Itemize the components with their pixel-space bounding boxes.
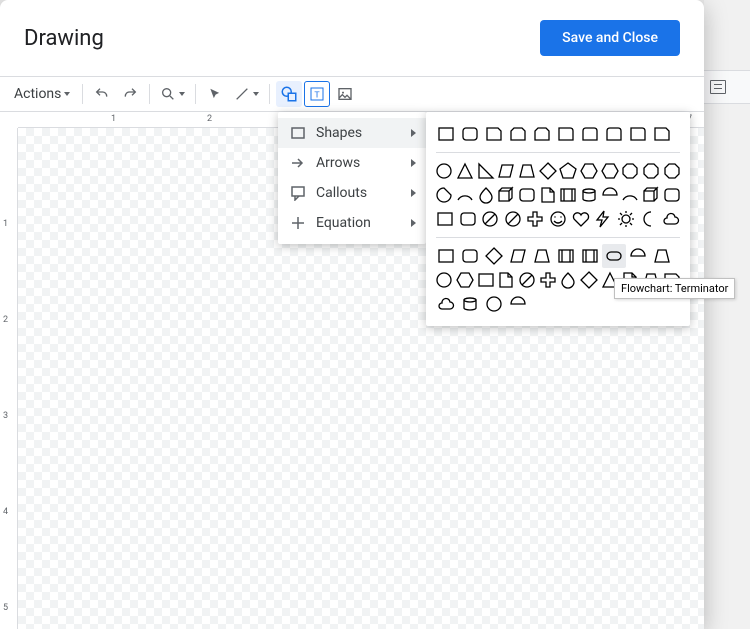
shape-option[interactable] — [458, 122, 482, 146]
textbox-tool-button[interactable]: T — [304, 81, 330, 107]
shape-option[interactable] — [659, 207, 682, 231]
zoom-button[interactable] — [156, 81, 189, 107]
shape-option[interactable] — [537, 268, 558, 292]
shape-option[interactable] — [506, 244, 530, 268]
shape-option[interactable] — [434, 183, 455, 207]
shape-option[interactable] — [434, 159, 455, 183]
submenu-arrow-icon — [411, 219, 416, 227]
shape-option[interactable] — [517, 268, 538, 292]
shape-option[interactable] — [455, 268, 476, 292]
callouts-icon — [290, 185, 306, 201]
shape-option[interactable] — [579, 183, 600, 207]
menu-item-shapes[interactable]: Shapes — [278, 118, 426, 148]
shape-option[interactable] — [626, 122, 650, 146]
shape-option[interactable] — [496, 159, 517, 183]
shape-option[interactable] — [524, 207, 547, 231]
shape-option[interactable] — [578, 244, 602, 268]
shape-option[interactable] — [455, 159, 476, 183]
shape-category-menu: Shapes Arrows Callouts Equation — [278, 112, 426, 244]
shape-option[interactable] — [620, 159, 641, 183]
shape-option[interactable] — [578, 122, 602, 146]
shape-option[interactable] — [602, 122, 626, 146]
shape-option[interactable] — [434, 244, 458, 268]
shape-option[interactable] — [558, 183, 579, 207]
dropdown-icon — [179, 92, 185, 96]
shape-option[interactable] — [599, 183, 620, 207]
shape-option[interactable] — [620, 183, 641, 207]
shape-option[interactable] — [554, 122, 578, 146]
svg-text:T: T — [315, 89, 321, 99]
shape-option[interactable] — [496, 183, 517, 207]
shape-option[interactable] — [579, 159, 600, 183]
shape-option[interactable] — [458, 292, 482, 316]
dialog-title: Drawing — [24, 26, 104, 51]
shape-option[interactable] — [558, 159, 579, 183]
shape-option[interactable] — [637, 207, 660, 231]
shape-option[interactable] — [579, 268, 600, 292]
shape-option[interactable] — [614, 207, 637, 231]
shape-option[interactable] — [650, 122, 674, 146]
equation-icon — [290, 215, 306, 231]
dropdown-icon — [253, 92, 259, 96]
shape-option[interactable] — [641, 183, 662, 207]
docs-indent-decrease-button[interactable] — [710, 80, 726, 94]
shape-option[interactable] — [558, 268, 579, 292]
shape-option[interactable] — [537, 159, 558, 183]
shape-option[interactable] — [506, 292, 530, 316]
shape-option[interactable] — [641, 159, 662, 183]
shape-option[interactable] — [547, 207, 570, 231]
drawing-toolbar: Actions T — [0, 76, 704, 112]
shape-option[interactable] — [458, 244, 482, 268]
arrows-icon — [290, 155, 306, 171]
shape-option[interactable] — [626, 244, 650, 268]
shape-option[interactable] — [482, 244, 506, 268]
select-tool-button[interactable] — [202, 81, 228, 107]
shape-option[interactable] — [661, 159, 682, 183]
shape-option[interactable] — [434, 268, 455, 292]
shape-option[interactable] — [482, 122, 506, 146]
shape-option[interactable] — [530, 122, 554, 146]
shape-option[interactable] — [475, 183, 496, 207]
shape-option[interactable] — [479, 207, 502, 231]
shape-option[interactable] — [434, 292, 458, 316]
line-tool-button[interactable] — [230, 81, 263, 107]
shape-option[interactable] — [599, 159, 620, 183]
shape-option[interactable] — [496, 268, 517, 292]
menu-item-equation[interactable]: Equation — [278, 208, 426, 238]
shape-option[interactable] — [475, 159, 496, 183]
shapes-icon — [290, 125, 306, 141]
submenu-arrow-icon — [411, 189, 416, 197]
shape-option[interactable] — [537, 183, 558, 207]
dropdown-icon — [64, 92, 70, 96]
actions-menu-button[interactable]: Actions — [8, 81, 76, 107]
shape-tooltip: Flowchart: Terminator — [614, 278, 735, 299]
menu-item-arrows[interactable]: Arrows — [278, 148, 426, 178]
undo-button[interactable] — [89, 81, 115, 107]
redo-button[interactable] — [117, 81, 143, 107]
shape-option[interactable] — [530, 244, 554, 268]
shape-option[interactable] — [457, 207, 480, 231]
shape-option[interactable] — [554, 244, 578, 268]
image-tool-button[interactable] — [332, 81, 358, 107]
save-and-close-button[interactable]: Save and Close — [540, 20, 680, 56]
shape-option[interactable] — [602, 244, 626, 268]
menu-item-callouts[interactable]: Callouts — [278, 178, 426, 208]
shape-tool-button[interactable] — [276, 81, 302, 107]
shape-option[interactable] — [650, 244, 674, 268]
shape-option[interactable] — [592, 207, 615, 231]
shape-option[interactable] — [434, 207, 457, 231]
shape-option[interactable] — [502, 207, 525, 231]
shape-option[interactable] — [517, 183, 538, 207]
vertical-ruler: 12345 — [0, 128, 18, 629]
shape-option[interactable] — [434, 122, 458, 146]
shape-option[interactable] — [506, 122, 530, 146]
shape-option[interactable] — [482, 292, 506, 316]
shape-option[interactable] — [475, 268, 496, 292]
shape-option[interactable] — [661, 183, 682, 207]
shape-option[interactable] — [455, 183, 476, 207]
submenu-arrow-icon — [411, 129, 416, 137]
shape-option[interactable] — [569, 207, 592, 231]
shape-option[interactable] — [517, 159, 538, 183]
submenu-arrow-icon — [411, 159, 416, 167]
